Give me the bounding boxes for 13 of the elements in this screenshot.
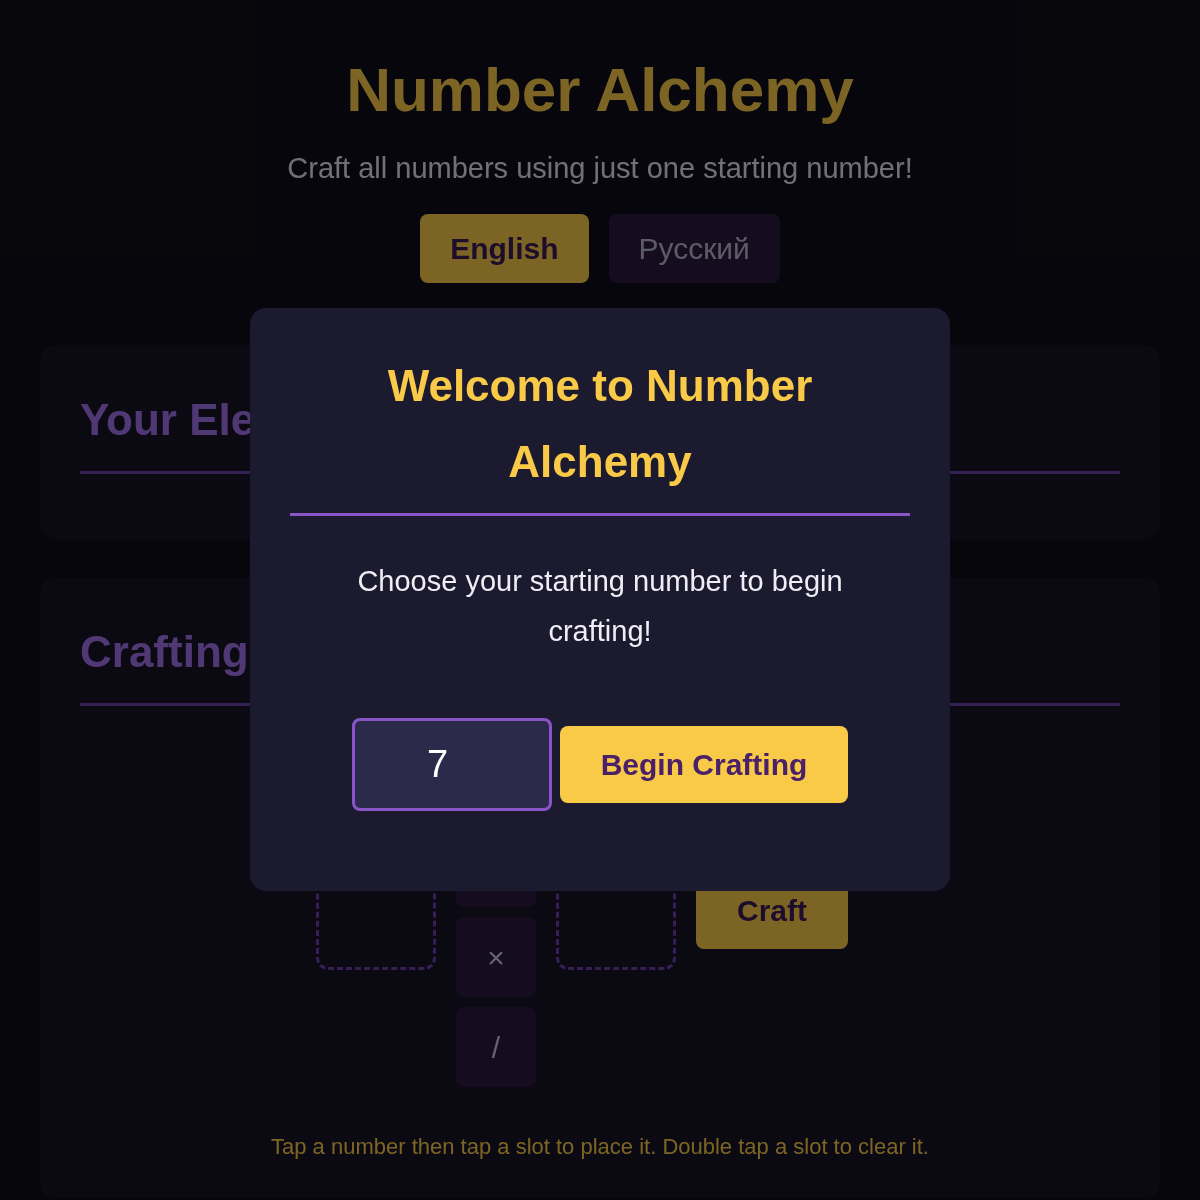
operator-button[interactable]: /	[456, 1007, 536, 1087]
language-button[interactable]: English	[420, 214, 589, 283]
page-subtitle: Craft all numbers using just one starting number!	[287, 151, 913, 186]
page-title: Number Alchemy	[346, 54, 854, 126]
panel-heading: Crafting	[80, 626, 249, 678]
operator-button[interactable]: ×	[456, 917, 536, 997]
dialog-title: Welcome to Number Alchemy	[386, 360, 814, 488]
instruction-text: Tap a number then tap a slot to place it. Double tap a slot to clear it.	[270, 1133, 930, 1161]
language-button[interactable]: Русский	[608, 214, 780, 283]
number-input[interactable]: 7	[352, 718, 552, 811]
begin-crafting-button[interactable]: Begin Crafting	[560, 726, 848, 803]
panel-heading: Your Ele	[80, 394, 256, 446]
dialog-message: Choose your starting number to begin crafting!	[356, 564, 844, 649]
